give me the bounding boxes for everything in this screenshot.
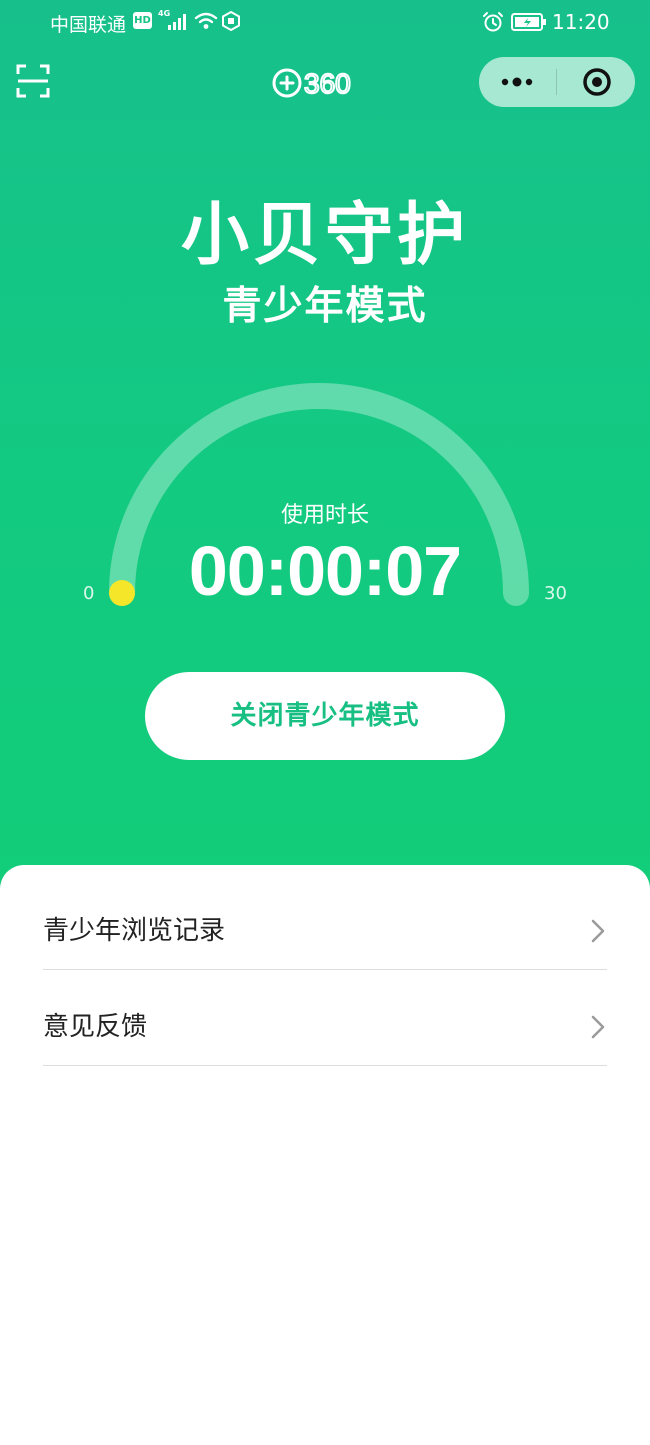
hd-badge: HD (133, 12, 152, 29)
list-item-feedback[interactable]: 意见反馈 (43, 969, 607, 1066)
chevron-right-icon (591, 1015, 605, 1039)
logo-mark-icon: 360 (272, 67, 352, 100)
usage-time: 00:00:07 (188, 532, 462, 610)
usage-label: 使用时长 (280, 503, 369, 528)
list-item-browse-history[interactable]: 青少年浏览记录 (43, 873, 607, 970)
shield-hex-icon (222, 11, 240, 31)
menu-card: 青少年浏览记录 意见反馈 (0, 865, 650, 1445)
status-bar: 中国联通 HD 4G 11:20 (0, 0, 650, 44)
signal-icon (168, 14, 186, 30)
logo-text: 360 (304, 68, 351, 99)
page-subtitle: 青少年模式 (222, 284, 428, 329)
scan-icon[interactable] (16, 64, 50, 98)
close-target-icon[interactable] (557, 57, 635, 107)
status-time: 11:20 (552, 10, 610, 34)
close-youth-mode-button[interactable]: 关闭青少年模式 (145, 672, 505, 760)
list-item-label: 意见反馈 (43, 1012, 148, 1042)
brand-logo: 360 (272, 67, 378, 100)
mini-program-capsule (479, 57, 635, 107)
alarm-icon (483, 12, 503, 32)
more-icon[interactable] (479, 57, 556, 107)
battery-icon (511, 13, 546, 31)
chevron-right-icon (591, 919, 605, 943)
wifi-icon (194, 12, 218, 29)
hero-section: 中国联通 HD 4G 11:20 360 小贝守护 青少年模式 0 30 使用时… (0, 0, 650, 900)
page-title: 小贝守护 (180, 196, 469, 275)
carrier-name: 中国联通 (50, 14, 127, 36)
